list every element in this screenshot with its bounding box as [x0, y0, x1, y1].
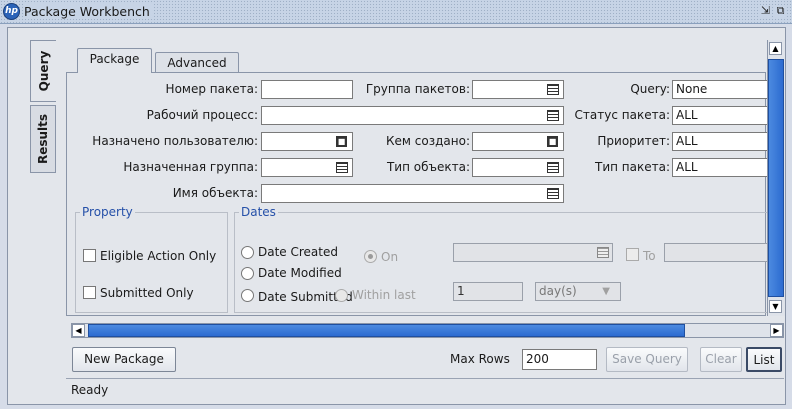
submitted-only-label: Submitted Only: [100, 286, 194, 300]
tab-results-label: Results: [36, 113, 50, 165]
to-label: To: [643, 249, 656, 263]
package-number-label: Номер пакета:: [165, 82, 258, 96]
assigned-to-user-picker-icon[interactable]: ■: [336, 136, 347, 147]
package-group-picker-icon[interactable]: [547, 84, 559, 95]
package-number-input[interactable]: [261, 80, 353, 99]
to-date-checkbox[interactable]: [626, 248, 639, 261]
date-created-radio[interactable]: [241, 246, 254, 259]
within-last-input[interactable]: 1: [453, 282, 523, 301]
save-query-button[interactable]: Save Query: [606, 347, 688, 372]
tab-advanced[interactable]: Advanced: [155, 52, 239, 74]
package-group-label: Группа пакетов:: [365, 82, 470, 96]
max-rows-input[interactable]: 200: [522, 349, 597, 370]
workflow-picker-icon[interactable]: [547, 110, 559, 121]
date-modified-radio[interactable]: [241, 267, 254, 280]
dates-legend: Dates: [241, 205, 276, 219]
window-title: Package Workbench: [24, 4, 154, 19]
query-select[interactable]: None: [672, 80, 768, 99]
tab-package[interactable]: Package: [77, 48, 152, 73]
package-status-select[interactable]: ALL: [672, 106, 768, 125]
assigned-to-label: Назначено пользователю:: [92, 134, 258, 148]
restore-icon[interactable]: ⇲: [760, 5, 771, 17]
float-window-icon[interactable]: ⧉: [775, 5, 786, 17]
created-by-label: Кем создано:: [386, 134, 470, 148]
within-last-unit-value: day(s): [539, 284, 577, 298]
scroll-down-icon[interactable]: ▼: [769, 300, 782, 313]
within-last-radio[interactable]: [335, 289, 348, 302]
clear-button[interactable]: Clear: [700, 347, 742, 372]
object-type-label: Тип объекта:: [386, 160, 470, 174]
to-date-input[interactable]: [664, 243, 768, 262]
eligible-action-only-checkbox[interactable]: [83, 249, 96, 262]
workflow-input[interactable]: [261, 106, 564, 125]
priority-label: Приоритет:: [597, 134, 670, 148]
vertical-scroll-thumb[interactable]: [768, 59, 784, 297]
on-radio[interactable]: [364, 250, 377, 263]
workflow-label: Рабочий процесс:: [146, 108, 258, 122]
date-created-label: Date Created: [258, 245, 338, 259]
within-last-unit-select[interactable]: day(s) ▼: [535, 282, 621, 301]
on-date-input[interactable]: [453, 243, 613, 262]
tab-results[interactable]: Results: [30, 105, 56, 173]
window-titlebar: hp Package Workbench ⇲ ⧉: [0, 0, 792, 24]
max-rows-label: Max Rows: [450, 352, 510, 366]
property-legend: Property: [82, 205, 133, 219]
list-button[interactable]: List: [746, 347, 782, 372]
object-name-input[interactable]: [261, 184, 564, 203]
scroll-left-icon[interactable]: ◀: [72, 324, 85, 337]
on-label: On: [381, 250, 399, 264]
new-package-button[interactable]: New Package: [72, 347, 176, 372]
status-text: Ready: [71, 383, 109, 397]
tab-query[interactable]: Query: [30, 40, 56, 102]
date-submitted-radio[interactable]: [241, 289, 254, 302]
submitted-only-checkbox[interactable]: [83, 286, 96, 299]
package-type-select[interactable]: ALL: [672, 158, 768, 177]
query-label: Query:: [630, 82, 670, 96]
assigned-group-picker-icon[interactable]: [336, 162, 348, 173]
created-by-user-picker-icon[interactable]: ■: [547, 136, 558, 147]
package-type-label: Тип пакета:: [594, 160, 670, 174]
status-bar: Ready: [66, 378, 784, 400]
package-status-label: Статус пакета:: [574, 108, 670, 122]
within-last-label: Within last: [352, 288, 416, 302]
object-name-label: Имя объекта:: [172, 186, 258, 200]
assigned-group-label: Назначенная группа:: [123, 160, 258, 174]
priority-select[interactable]: ALL: [672, 132, 768, 151]
tab-query-label: Query: [36, 50, 51, 92]
object-name-picker-icon[interactable]: [547, 188, 559, 199]
app-logo-icon: hp: [3, 3, 20, 20]
calendar-icon[interactable]: [597, 247, 609, 258]
date-modified-label: Date Modified: [258, 266, 342, 280]
unit-dropdown-arrow-icon: ▼: [602, 286, 610, 297]
scroll-right-icon[interactable]: ▶: [770, 324, 783, 337]
object-type-picker-icon[interactable]: [547, 162, 559, 173]
eligible-action-only-label: Eligible Action Only: [100, 249, 217, 263]
scroll-up-icon[interactable]: ▲: [769, 42, 782, 55]
horizontal-scroll-thumb[interactable]: [88, 324, 685, 337]
